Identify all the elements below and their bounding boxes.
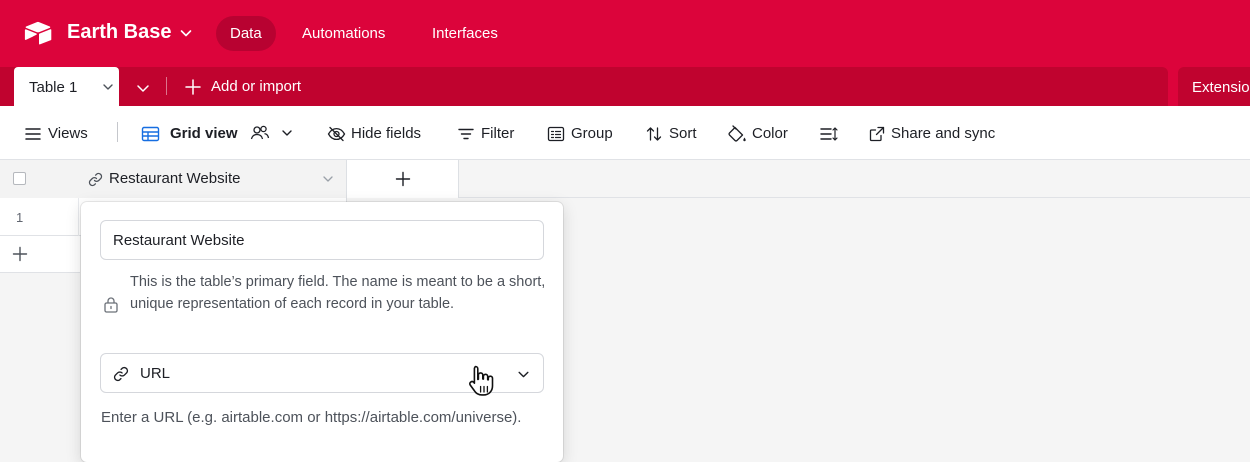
nav-interfaces[interactable]: Interfaces xyxy=(418,16,512,51)
field-name: Restaurant Website xyxy=(109,170,241,187)
filter-icon xyxy=(458,128,474,140)
table-tabs-bar: Table 1 Add or import Extensions xyxy=(0,67,1250,106)
share-and-sync-label: Share and sync xyxy=(891,125,996,142)
toolbar-divider xyxy=(117,122,118,142)
row-height-button[interactable] xyxy=(819,124,841,144)
pointer-hand-cursor-icon xyxy=(469,365,494,396)
row-number: 1 xyxy=(16,210,24,225)
tab-label: Table 1 xyxy=(29,79,78,96)
group-button[interactable]: Group xyxy=(547,124,619,144)
nav-automations[interactable]: Automations xyxy=(288,16,399,51)
primary-field-note: This is the table’s primary field. The n… xyxy=(100,271,545,337)
link-icon xyxy=(88,172,103,187)
share-and-sync-button[interactable]: Share and sync xyxy=(868,124,1008,144)
base-name[interactable]: Earth Base xyxy=(67,21,172,44)
hide-fields-label: Hide fields xyxy=(351,125,422,142)
nav-data[interactable]: Data xyxy=(216,16,276,51)
filter-label: Filter xyxy=(481,125,515,142)
color-button[interactable]: Color xyxy=(727,124,793,144)
divider xyxy=(166,77,167,95)
lock-icon xyxy=(104,297,118,313)
chevron-down-icon[interactable] xyxy=(322,173,334,185)
primary-field-header[interactable]: Restaurant Website xyxy=(0,160,347,198)
paint-bucket-icon xyxy=(728,125,746,142)
external-link-icon xyxy=(869,126,885,142)
eye-slash-icon xyxy=(327,126,346,142)
hide-fields-button[interactable]: Hide fields xyxy=(327,124,432,144)
extensions-label: Extensions xyxy=(1192,79,1250,96)
sort-button[interactable]: Sort xyxy=(645,124,703,144)
sort-label: Sort xyxy=(669,125,697,142)
grid-view-label: Grid view xyxy=(170,125,238,142)
chevron-down-icon[interactable] xyxy=(102,81,114,93)
hamburger-icon xyxy=(25,128,41,140)
views-button[interactable]: Views xyxy=(24,124,104,144)
primary-field-description: This is the table’s primary field. The n… xyxy=(130,274,546,312)
color-label: Color xyxy=(752,125,788,142)
tables-menu-chevron-icon[interactable] xyxy=(136,81,150,95)
field-type-label: URL xyxy=(140,365,171,382)
empty-grid-area xyxy=(0,273,80,443)
view-toolbar: Views Grid view Hide fields Filter Group… xyxy=(0,106,1250,160)
base-logo-icon[interactable] xyxy=(24,21,52,45)
tabs-strip: Table 1 Add or import xyxy=(0,67,1168,106)
add-record-button[interactable] xyxy=(0,236,80,273)
field-name-input[interactable] xyxy=(100,220,544,260)
chevron-down-icon xyxy=(282,130,292,136)
plus-icon xyxy=(12,246,28,262)
grid-icon xyxy=(141,126,160,142)
field-editor-popover: This is the table’s primary field. The n… xyxy=(81,202,563,462)
row-height-icon xyxy=(820,127,838,141)
chevron-down-icon[interactable] xyxy=(178,25,194,41)
filter-button[interactable]: Filter xyxy=(457,124,522,144)
select-all-checkbox[interactable] xyxy=(13,172,26,185)
group-label: Group xyxy=(571,125,613,142)
tab-table-1[interactable]: Table 1 xyxy=(14,67,119,106)
chevron-down-icon xyxy=(518,371,529,378)
field-type-description: Enter a URL (e.g. airtable.com or https:… xyxy=(101,409,522,426)
sort-icon xyxy=(646,127,662,141)
plus-icon xyxy=(395,171,411,187)
extensions-button[interactable]: Extensions xyxy=(1178,67,1250,106)
link-icon xyxy=(113,366,129,382)
plus-icon xyxy=(185,79,201,95)
grid-view-button[interactable]: Grid view xyxy=(141,124,301,144)
group-icon xyxy=(547,126,565,142)
add-field-button[interactable] xyxy=(347,160,459,198)
collaborators-icon xyxy=(250,125,270,140)
grid-header: Restaurant Website xyxy=(0,160,1250,198)
app-header: Earth Base Data Automations Interfaces xyxy=(0,0,1250,67)
views-label: Views xyxy=(48,125,88,142)
add-or-import-label: Add or import xyxy=(211,78,302,95)
